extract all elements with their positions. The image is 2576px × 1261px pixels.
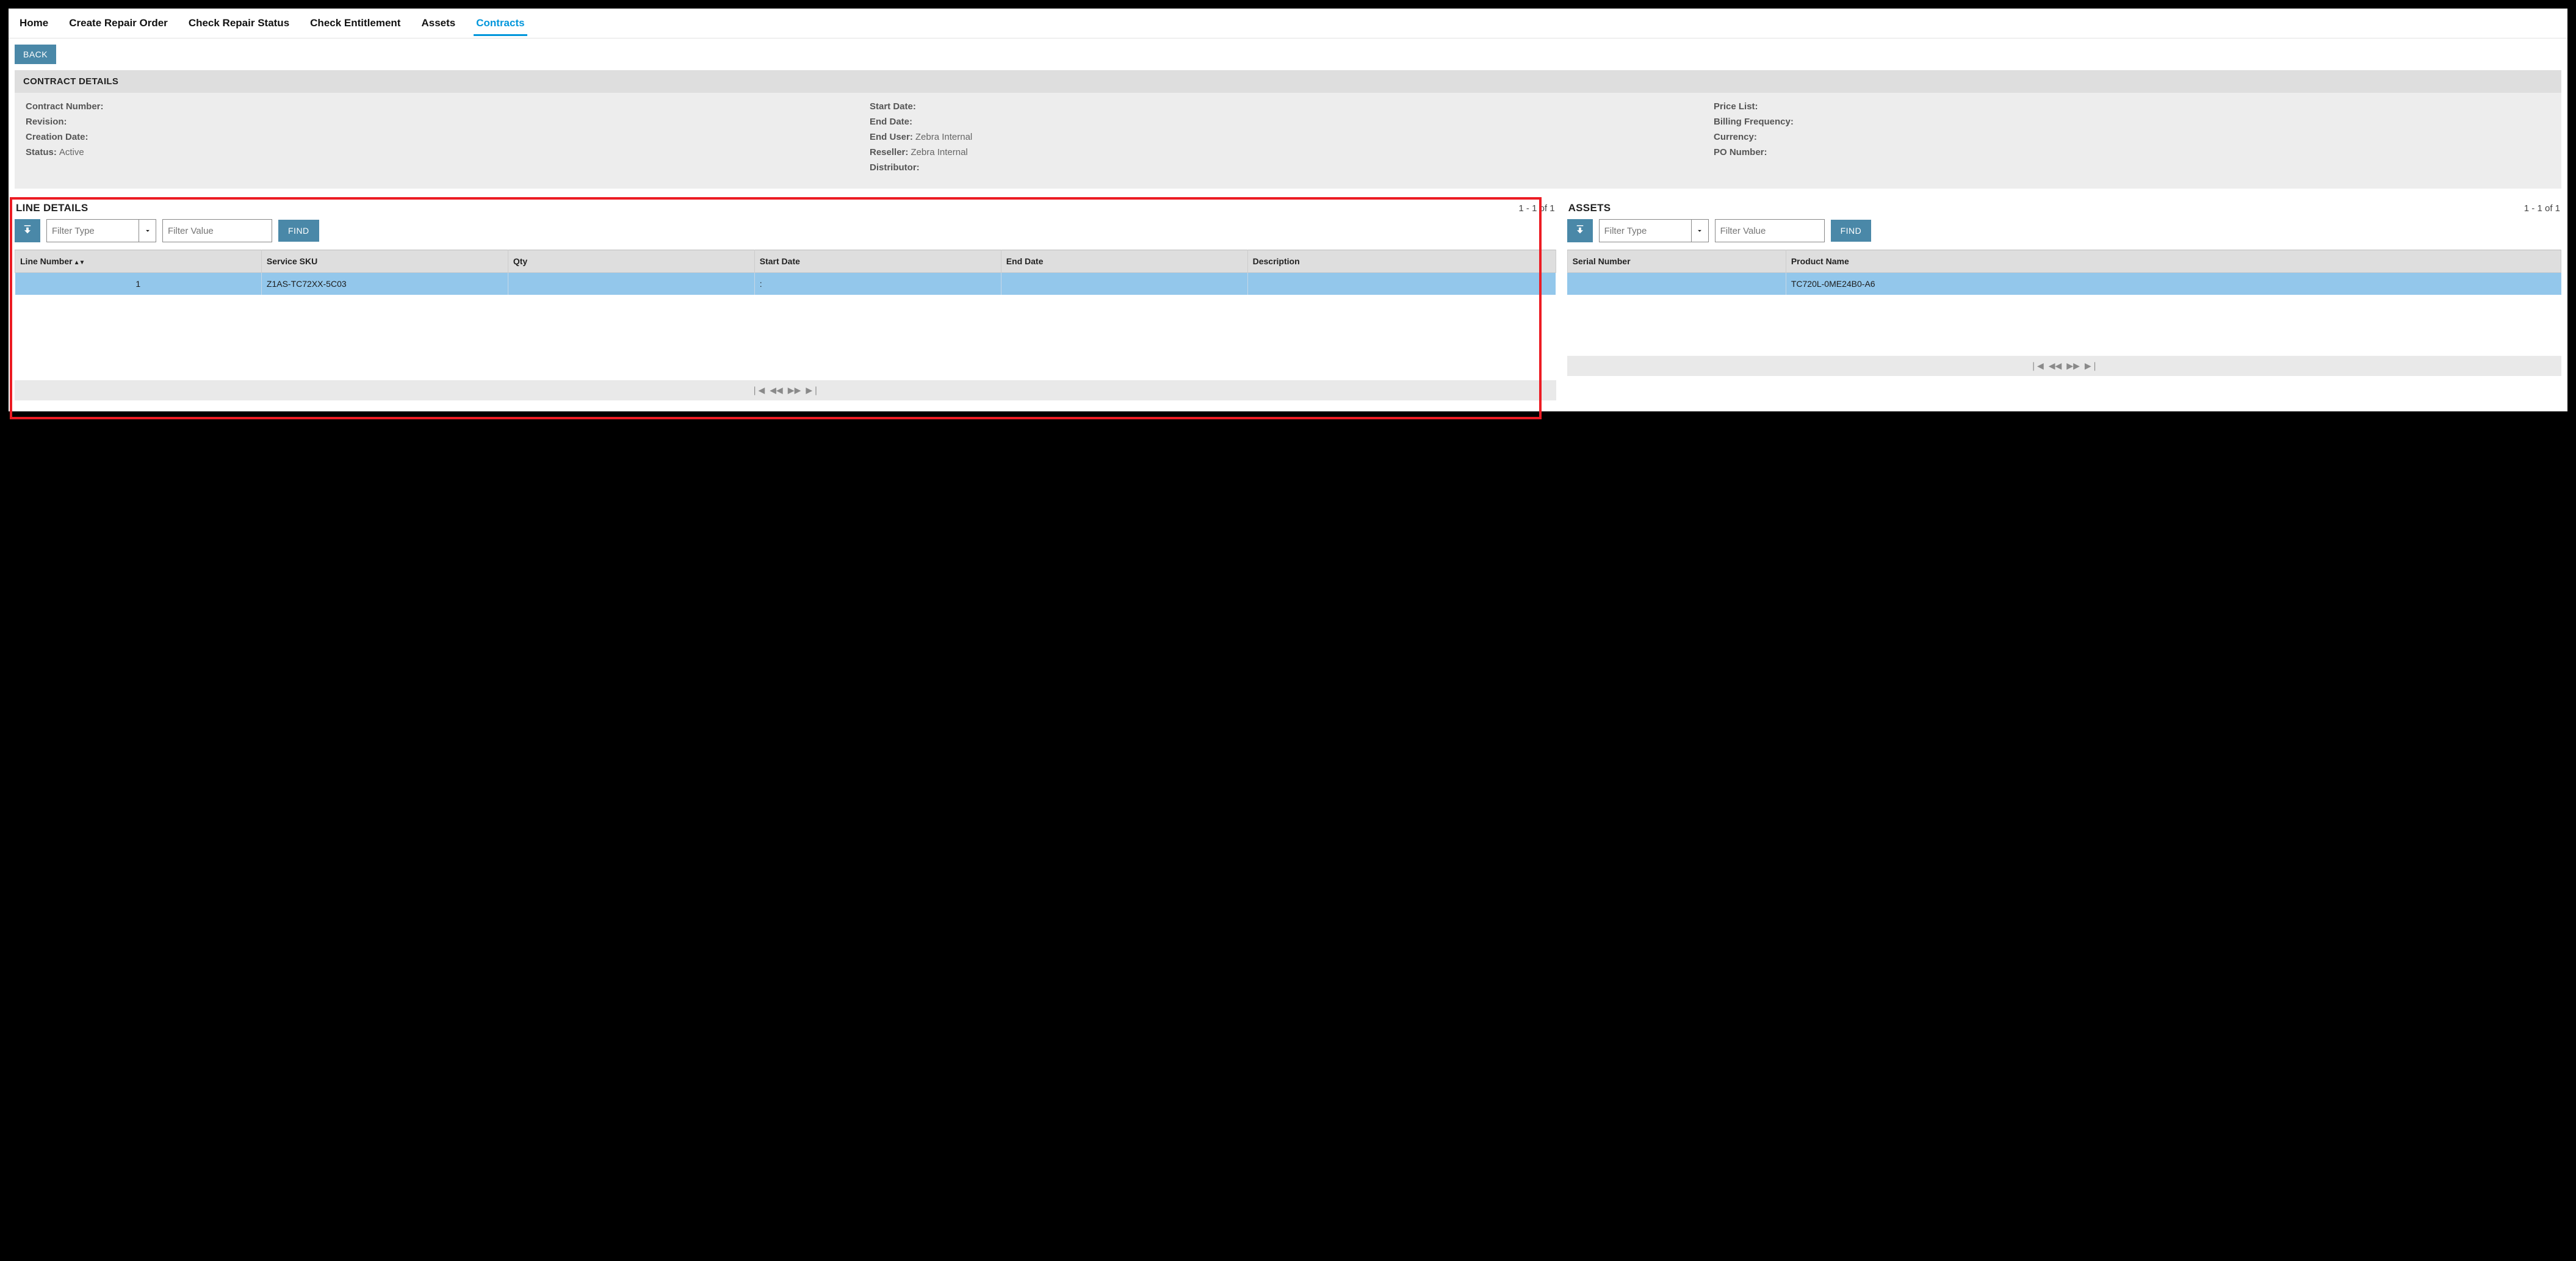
chevron-down-icon[interactable] bbox=[1691, 220, 1708, 242]
assets-filter-row: FIND bbox=[1567, 219, 2561, 242]
contract-number-label: Contract Number: bbox=[26, 101, 104, 112]
nav-check-repair-status[interactable]: Check Repair Status bbox=[186, 13, 292, 34]
col-qty[interactable]: Qty bbox=[508, 250, 754, 273]
cell-description bbox=[1247, 273, 1556, 295]
download-icon[interactable] bbox=[1567, 219, 1593, 242]
line-find-button[interactable]: FIND bbox=[278, 220, 319, 242]
cell-line-number: 1 bbox=[15, 273, 262, 295]
page: Home Create Repair Order Check Repair St… bbox=[9, 9, 2567, 411]
assets-filter-type-input[interactable] bbox=[1600, 220, 1691, 242]
assets-title: ASSETS bbox=[1568, 202, 1611, 214]
col-description[interactable]: Description bbox=[1247, 250, 1556, 273]
col-service-sku[interactable]: Service SKU bbox=[261, 250, 508, 273]
assets-filter-value-input[interactable] bbox=[1715, 219, 1825, 242]
download-icon[interactable] bbox=[15, 219, 40, 242]
pager-prev-icon[interactable]: ◀◀ bbox=[2049, 361, 2062, 371]
line-filter-type-input[interactable] bbox=[47, 220, 139, 242]
pager-first-icon[interactable]: ❘◀ bbox=[2030, 361, 2044, 371]
cell-start-date: : bbox=[754, 273, 1001, 295]
assets-panel: ASSETS 1 - 1 of 1 FIND bbox=[1567, 202, 2561, 400]
end-user-value: Zebra Internal bbox=[915, 132, 972, 142]
assets-filter-type-select[interactable] bbox=[1599, 219, 1709, 242]
currency-label: Currency: bbox=[1714, 132, 1757, 142]
status-label: Status: bbox=[26, 147, 57, 157]
pager-last-icon[interactable]: ▶❘ bbox=[806, 385, 820, 396]
cell-service-sku: Z1AS-TC72XX-5C03 bbox=[261, 273, 508, 295]
pager-first-icon[interactable]: ❘◀ bbox=[751, 385, 765, 396]
contract-details-col1: Contract Number: Revision: Creation Date… bbox=[26, 101, 862, 178]
nav-check-entitlement[interactable]: Check Entitlement bbox=[308, 13, 403, 34]
billing-frequency-label: Billing Frequency: bbox=[1714, 117, 1794, 127]
line-details-filter-row: FIND bbox=[15, 219, 1556, 242]
cell-serial-number bbox=[1567, 273, 1786, 295]
line-details-header: LINE DETAILS 1 - 1 of 1 bbox=[15, 202, 1556, 218]
po-number-label: PO Number: bbox=[1714, 147, 1767, 157]
line-details-pager: ❘◀ ◀◀ ▶▶ ▶❘ bbox=[15, 380, 1556, 400]
chevron-down-icon[interactable] bbox=[139, 220, 156, 242]
line-details-table: Line Number▲▼ Service SKU Qty Start Date… bbox=[15, 250, 1556, 295]
assets-table: Serial Number Product Name TC720L-0ME24B… bbox=[1567, 250, 2561, 295]
main-nav: Home Create Repair Order Check Repair St… bbox=[9, 9, 2567, 38]
reseller-label: Reseller: bbox=[870, 147, 908, 157]
line-filter-value-input[interactable] bbox=[162, 219, 272, 242]
line-details-panel: LINE DETAILS 1 - 1 of 1 FIND bbox=[15, 202, 1556, 400]
line-details-empty-space bbox=[15, 295, 1556, 380]
nav-create-repair-order[interactable]: Create Repair Order bbox=[67, 13, 170, 34]
end-date-label: End Date: bbox=[870, 117, 912, 127]
cell-qty bbox=[508, 273, 754, 295]
nav-contracts[interactable]: Contracts bbox=[474, 13, 527, 36]
col-start-date[interactable]: Start Date bbox=[754, 250, 1001, 273]
assets-header: ASSETS 1 - 1 of 1 bbox=[1567, 202, 2561, 218]
nav-assets[interactable]: Assets bbox=[419, 13, 458, 34]
assets-empty-space bbox=[1567, 295, 2561, 356]
contract-details-title: CONTRACT DETAILS bbox=[15, 70, 2561, 93]
table-row[interactable]: TC720L-0ME24B0-A6 bbox=[1567, 273, 2561, 295]
pager-last-icon[interactable]: ▶❘ bbox=[2085, 361, 2099, 371]
creation-date-label: Creation Date: bbox=[26, 132, 88, 142]
contract-details-box: Contract Number: Revision: Creation Date… bbox=[15, 93, 2561, 189]
status-value: Active bbox=[59, 147, 84, 157]
contract-details-col3: Price List: Billing Frequency: Currency:… bbox=[1714, 101, 2550, 178]
line-details-title: LINE DETAILS bbox=[16, 202, 88, 214]
revision-label: Revision: bbox=[26, 117, 67, 127]
pager-next-icon[interactable]: ▶▶ bbox=[788, 385, 801, 396]
nav-home[interactable]: Home bbox=[17, 13, 51, 34]
back-button[interactable]: BACK bbox=[15, 45, 56, 64]
assets-count: 1 - 1 of 1 bbox=[2524, 203, 2560, 214]
assets-pager: ❘◀ ◀◀ ▶▶ ▶❘ bbox=[1567, 356, 2561, 376]
pager-prev-icon[interactable]: ◀◀ bbox=[770, 385, 783, 396]
assets-find-button[interactable]: FIND bbox=[1831, 220, 1872, 242]
cell-end-date bbox=[1001, 273, 1247, 295]
line-filter-type-select[interactable] bbox=[46, 219, 156, 242]
contract-details-col2: Start Date: End Date: End User:Zebra Int… bbox=[870, 101, 1706, 178]
start-date-label: Start Date: bbox=[870, 101, 916, 112]
line-details-count: 1 - 1 of 1 bbox=[1518, 203, 1554, 214]
panels-row: LINE DETAILS 1 - 1 of 1 FIND bbox=[15, 202, 2561, 400]
back-row: BACK bbox=[9, 38, 2567, 70]
end-user-label: End User: bbox=[870, 132, 913, 142]
col-line-number[interactable]: Line Number▲▼ bbox=[15, 250, 262, 273]
table-row[interactable]: 1 Z1AS-TC72XX-5C03 : bbox=[15, 273, 1556, 295]
cell-product-name: TC720L-0ME24B0-A6 bbox=[1786, 273, 2561, 295]
sort-indicator-icon: ▲▼ bbox=[74, 259, 85, 266]
reseller-value: Zebra Internal bbox=[911, 147, 967, 157]
col-serial-number[interactable]: Serial Number bbox=[1567, 250, 1786, 273]
distributor-label: Distributor: bbox=[870, 162, 920, 173]
price-list-label: Price List: bbox=[1714, 101, 1758, 112]
pager-next-icon[interactable]: ▶▶ bbox=[2066, 361, 2080, 371]
col-product-name[interactable]: Product Name bbox=[1786, 250, 2561, 273]
col-end-date[interactable]: End Date bbox=[1001, 250, 1247, 273]
